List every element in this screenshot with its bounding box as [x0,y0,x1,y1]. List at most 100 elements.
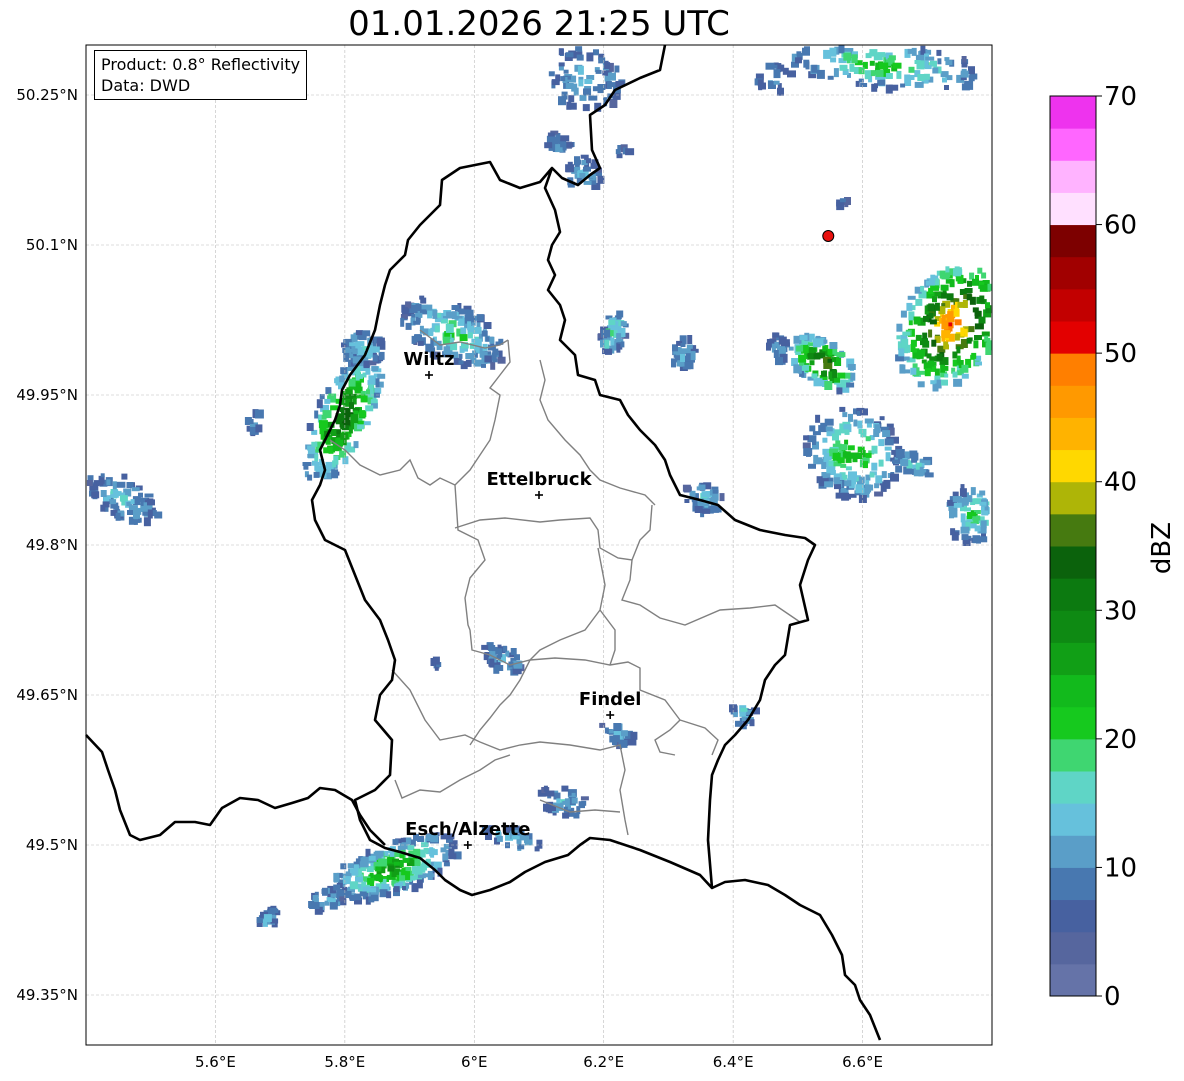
echo-pixel [824,418,834,426]
colorbar-tick-label: 10 [1104,853,1137,883]
echo-pixel [967,280,972,287]
echo-pixel [357,335,363,340]
city-label: Wiltz [403,349,454,370]
echo-pixel [913,316,921,325]
echo-pixel [984,335,989,342]
echo-pixel [701,491,708,498]
echo-pixel [363,421,371,426]
colorbar-swatch [1050,321,1096,354]
echo-pixel [96,481,104,486]
echo-pixel [952,371,958,378]
echo-pixel [446,311,456,319]
colorbar-swatch [1050,96,1096,129]
echo-pixel [343,352,350,362]
echo-pixel [415,304,422,311]
echo-pixel [796,345,804,352]
echo-pixel [481,363,486,368]
echo-pixel [812,338,821,348]
echo-pixel [842,451,851,459]
echo-pixel [355,330,363,336]
colorbar-swatch [1050,835,1096,868]
echo-pixel [975,361,982,366]
colorbar-tick-label: 40 [1104,468,1137,498]
echo-pixel [324,398,331,404]
city-wiltz[interactable]: Wiltz [403,349,455,379]
echo-pixel [375,378,380,388]
echo-pixel [306,423,314,431]
echo-pixel [357,424,365,430]
echo-pixel [881,471,887,479]
map-area[interactable]: Wiltz Ettelbruck Findel Esch/Alzette [85,44,993,1046]
lon-tick-label: 6°E [461,1053,488,1071]
echo-pixel [134,513,138,520]
echo-pixel [371,366,379,372]
echo-pixel [832,357,836,363]
city-ettelbruck[interactable]: Ettelbruck [486,469,593,499]
echo-pixel [774,341,780,347]
echo-pixel [827,348,833,355]
echo-pixel [844,202,849,208]
echo-pixel [920,45,926,55]
echo-pixel [930,380,936,385]
echo-pixel [823,362,833,369]
radar-map[interactable]: Wiltz Ettelbruck Findel Esch/Alzette 50.25°… [0,0,1184,1081]
echo-pixel [682,484,691,492]
echo-pixel [979,501,987,506]
echo-pixel [561,785,569,792]
echo-pixel [915,334,922,341]
colorbar-swatch [1050,931,1096,965]
echo-pixel [928,303,935,312]
echo-pixel [812,431,821,436]
echo-pixel [882,430,891,438]
echo-pixel [895,465,903,473]
echo-pixel [558,96,566,106]
echo-pixel [954,319,962,326]
colorbar-swatch [1050,771,1096,804]
echo-pixel [953,502,962,508]
echo-pixel [579,94,587,101]
echo-pixel [340,432,349,440]
echo-pixel [339,896,346,902]
echo-pixel [411,313,416,318]
echo-pixel [555,134,560,141]
echo-pixel [684,499,690,503]
echo-pixel [973,340,979,349]
echo-pixel [875,475,883,484]
colorbar-swatch [1050,546,1096,579]
echo-pixel [340,367,348,375]
echo-pixel [323,447,333,454]
city-findel[interactable]: Findel [579,689,642,719]
colorbar-tick-label: 50 [1104,339,1137,369]
echo-pixel [416,866,423,875]
echo-pixel [896,325,902,331]
colorbar-swatch [1050,385,1096,418]
echo-pixel [749,719,755,727]
data-source-label: Data: DWD [101,76,191,95]
echo-pixel [978,316,986,324]
echo-pixel [940,71,949,78]
echo-pixel [858,67,865,75]
colorbar-swatch [1050,706,1096,740]
echo-pixel [966,512,972,519]
echo-pixel [878,459,884,467]
echo-pixel [874,491,884,497]
echo-pixel [429,849,438,856]
canton-border [599,609,616,666]
echo-pixel [610,337,615,346]
echo-pixel [871,445,878,454]
echo-pixel [489,658,495,668]
echo-pixel [630,731,638,740]
echo-pixel [896,335,901,340]
echo-pixel [347,863,354,869]
echo-pixel [949,510,954,519]
echo-pixel [583,180,592,185]
radar-site-marker[interactable] [822,230,835,242]
echo-pixel [302,462,312,466]
echo-pixel [868,52,874,57]
colorbar-swatches [1049,95,1097,997]
echo-pixel [864,418,874,424]
echo-pixel [799,335,808,341]
echo-pixel [131,487,140,492]
echo-pixel [888,55,896,61]
echo-pixel [420,297,427,304]
